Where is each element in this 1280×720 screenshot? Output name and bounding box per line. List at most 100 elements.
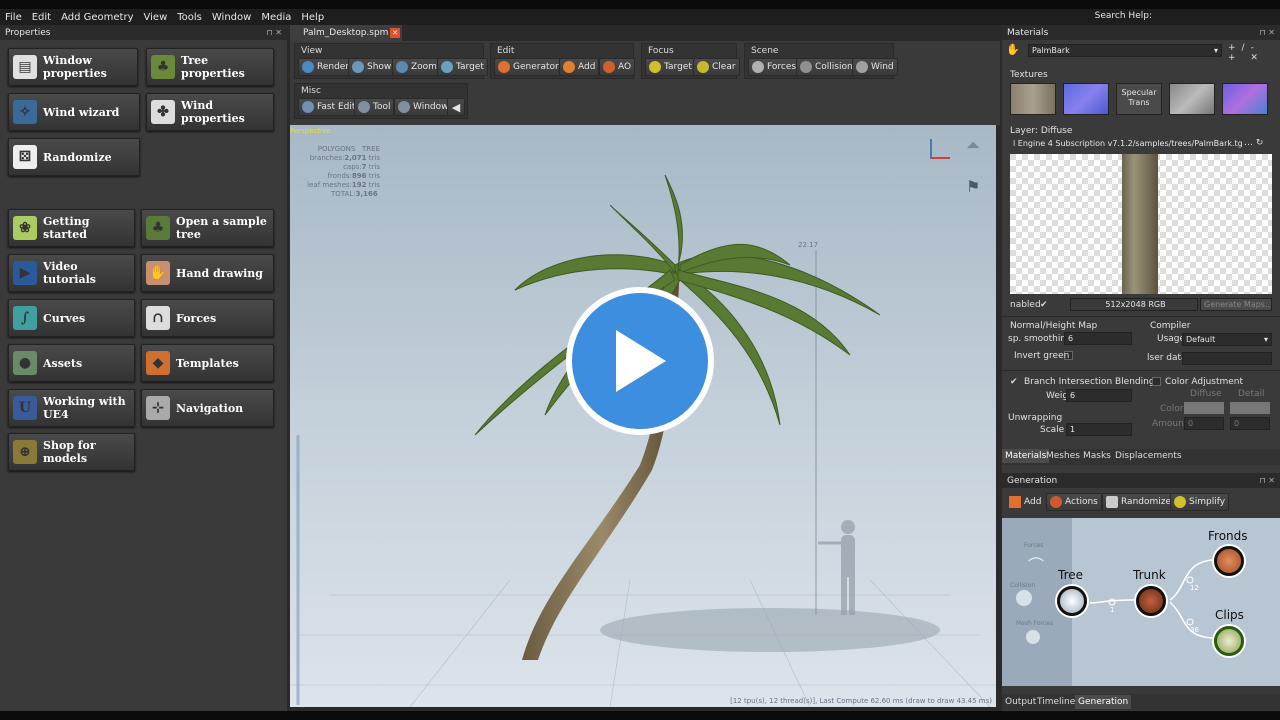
tab-generation[interactable]: Generation: [1075, 695, 1132, 709]
enabled-checkbox[interactable]: ✔: [1040, 300, 1048, 310]
generate-maps-button[interactable]: Generate Maps...: [1200, 298, 1272, 311]
tab-masks[interactable]: Masks: [1080, 449, 1114, 463]
getting-started-button[interactable]: ❀ Getting started: [8, 209, 135, 247]
view-target-button[interactable]: Target: [437, 58, 488, 76]
detail-amount-input[interactable]: 0: [1230, 417, 1270, 430]
tab-timeline[interactable]: Timeline: [1034, 695, 1078, 709]
actions-button[interactable]: Actions: [1046, 493, 1102, 511]
arrow-left-icon: ◀: [451, 100, 461, 114]
generation-graph[interactable]: Forces ⌒ Collision Mesh Forces Tree Trun…: [1002, 518, 1280, 686]
wind-wizard-button[interactable]: ✧ Wind wizard: [8, 93, 140, 131]
open-a-sample-tree-button[interactable]: ♣ Open a sample tree: [141, 209, 274, 247]
trunk-node[interactable]: [1136, 586, 1166, 616]
color-adjustment-checkbox[interactable]: [1152, 377, 1161, 386]
tab-displacements[interactable]: Displacements: [1112, 449, 1185, 463]
hand-icon[interactable]: ✋: [1006, 43, 1020, 57]
menu-item-add-geometry[interactable]: Add Geometry: [56, 12, 138, 23]
fast-edit-button[interactable]: Fast Edit: [298, 98, 360, 116]
detail-color-swatch[interactable]: [1230, 402, 1270, 414]
unreal-icon: U: [13, 396, 37, 420]
texture-specular-slot[interactable]: Specular Trans: [1116, 83, 1162, 115]
curves-button[interactable]: ∫ Curves: [8, 299, 135, 337]
tree-node[interactable]: [1057, 586, 1087, 616]
collision-node-icon[interactable]: [1016, 590, 1032, 606]
menu-item-file[interactable]: File: [0, 12, 27, 23]
pin-close-icons[interactable]: ⊓ ✕: [1260, 476, 1276, 485]
smoothing-input[interactable]: 6: [1064, 332, 1132, 345]
button-label: Wind: [871, 62, 894, 72]
diffuse-color-swatch[interactable]: [1184, 402, 1224, 414]
light-direction-icon[interactable]: ⏶: [966, 135, 980, 156]
close-tab-icon[interactable]: ✕: [390, 28, 400, 38]
show-button[interactable]: Show: [348, 58, 396, 76]
video-play-button[interactable]: [566, 287, 714, 435]
gen-add-button[interactable]: Add: [1006, 493, 1044, 511]
stats-header-label: POLYGONS: [317, 145, 356, 153]
texture-detail-normal-thumb[interactable]: [1222, 83, 1268, 115]
menu-item-tools[interactable]: Tools: [172, 12, 207, 23]
forces-node-icon[interactable]: ⌒: [1028, 552, 1044, 576]
weight-input[interactable]: 6: [1066, 389, 1132, 402]
diffuse-amount-input[interactable]: 0: [1184, 417, 1224, 430]
mesh-forces-node-icon[interactable]: [1026, 630, 1040, 644]
hand-drawing-button[interactable]: ✋ Hand drawing: [141, 254, 274, 292]
video-tutorials-button[interactable]: ▶ Video tutorials: [8, 254, 135, 292]
document-tab[interactable]: Palm_Desktop.spm ✕: [290, 25, 402, 41]
usage-select[interactable]: Default ▾: [1182, 333, 1272, 346]
working-with-ue4-button[interactable]: U Working with UE4: [8, 389, 135, 427]
render-button[interactable]: Render: [298, 58, 354, 76]
assets-button[interactable]: ● Assets: [8, 344, 135, 382]
invert-green-label: Invert green: [1014, 351, 1070, 361]
collision-button[interactable]: Collision: [796, 58, 857, 76]
focus-target-button[interactable]: Target: [645, 58, 696, 76]
pin-close-icons[interactable]: ⊓ ✕: [267, 28, 283, 37]
material-select[interactable]: PalmBark ▾: [1028, 44, 1222, 57]
bottom-strip: [0, 711, 1280, 720]
texture-path[interactable]: l Engine 4 Subscription v7.1.2/samples/t…: [1010, 138, 1242, 151]
clear-button[interactable]: Clear: [693, 58, 740, 76]
browse-icon[interactable]: … ↻: [1244, 138, 1263, 148]
simplify-button[interactable]: Simplify: [1170, 493, 1230, 511]
clips-node[interactable]: [1214, 626, 1244, 656]
menu-item-view[interactable]: View: [139, 12, 173, 23]
texture-detail-thumb[interactable]: [1169, 83, 1215, 115]
wind-properties-button[interactable]: ✤ Wind properties: [146, 93, 274, 131]
ao-button[interactable]: AO: [599, 58, 636, 76]
menu-item-help[interactable]: Help: [296, 12, 329, 23]
wind-button[interactable]: Wind: [852, 58, 898, 76]
mesh-forces-node-label: Mesh Forces: [1016, 620, 1054, 627]
forces-button[interactable]: Forces: [748, 58, 801, 76]
back-arrow-button[interactable]: ◀: [447, 98, 465, 116]
pin-close-icons[interactable]: ⊓ ✕: [1260, 28, 1276, 37]
navigation-button[interactable]: ⊹ Navigation: [141, 389, 274, 427]
branch-blending-checkbox[interactable]: ✔: [1010, 377, 1018, 387]
scale-input[interactable]: 1: [1066, 423, 1132, 436]
fronds-node[interactable]: [1214, 546, 1244, 576]
randomize-button[interactable]: Randomize: [1102, 493, 1176, 511]
texture-normal-thumb[interactable]: [1063, 83, 1109, 115]
material-actions-icons[interactable]: +/- + ✕: [1228, 43, 1280, 63]
templates-button[interactable]: ◆ Templates: [141, 344, 274, 382]
window-properties-button[interactable]: ▤ Window properties: [8, 48, 138, 86]
3d-viewport[interactable]: 22.17 Perspective POLYGONS TREE branches…: [290, 125, 996, 707]
tree-properties-button[interactable]: ♣ Tree properties: [146, 48, 274, 86]
menu-item-window[interactable]: Window: [207, 12, 256, 23]
search-help-label[interactable]: Search Help:: [1095, 11, 1152, 21]
forces-button[interactable]: ∩ Forces: [141, 299, 274, 337]
button-label: Navigation: [176, 401, 244, 415]
zoom-button[interactable]: Zoom: [392, 58, 441, 76]
add-button[interactable]: Add: [559, 58, 600, 76]
randomize-button[interactable]: ⚄ Randomize: [8, 138, 140, 176]
menu-item-edit[interactable]: Edit: [27, 12, 56, 23]
menu-item-media[interactable]: Media: [256, 12, 296, 23]
generators-button[interactable]: Generators: [494, 58, 568, 76]
shop-for-models-button[interactable]: ⊕ Shop for models: [8, 433, 135, 471]
window-button[interactable]: Window: [394, 98, 453, 116]
human-scale-silhouette: [818, 520, 855, 615]
user-data-input[interactable]: [1182, 352, 1272, 365]
wind-direction-icon[interactable]: ⚑: [966, 177, 980, 196]
orientation-gizmo-icon[interactable]: [930, 139, 950, 159]
texture-diffuse-thumb[interactable]: [1010, 83, 1056, 115]
tool-button[interactable]: Tool: [354, 98, 395, 116]
tab-meshes[interactable]: Meshes: [1043, 449, 1083, 463]
